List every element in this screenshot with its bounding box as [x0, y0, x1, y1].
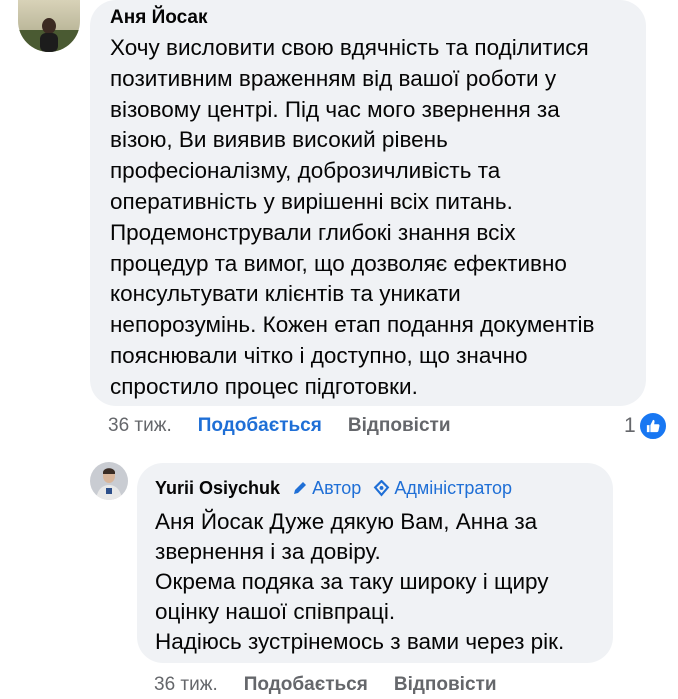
author-badge-label: Автор	[312, 478, 362, 498]
shield-icon	[373, 479, 390, 497]
pencil-icon	[294, 482, 307, 494]
reply-text: Аня Йосак Дуже дякую Вам, Анна за зверне…	[155, 509, 565, 654]
reply-bubble: Yurii Osiychuk Автор Адміністратор Аня Й…	[137, 463, 613, 663]
reply-reply-button[interactable]: Відповісти	[394, 674, 497, 696]
comment-text: Хочу висловити свою вдячність та поділит…	[110, 35, 595, 399]
reaction-count: 1	[624, 414, 636, 437]
reply-header: Yurii Osiychuk Автор Адміністратор	[155, 475, 595, 501]
comment-like-button[interactable]: Подобається	[198, 415, 322, 437]
reply-avatar[interactable]	[90, 462, 128, 500]
comment-author[interactable]: Аня Йосак	[110, 4, 626, 32]
admin-badge-label: Адміністратор	[394, 478, 513, 498]
comment-bubble: Аня Йосак Хочу висловити свою вдячність …	[90, 0, 646, 406]
reply-like-button[interactable]: Подобається	[244, 674, 368, 696]
comment-reply-button[interactable]: Відповісти	[348, 415, 451, 437]
reply-time[interactable]: 36 тиж.	[154, 674, 218, 696]
commenter-avatar[interactable]	[18, 0, 80, 52]
comment-actions: 36 тиж. Подобається Відповісти	[108, 415, 477, 437]
comment-time[interactable]: 36 тиж.	[108, 415, 172, 437]
like-reaction-icon	[637, 411, 668, 441]
author-badge: Автор	[292, 475, 361, 501]
reply-actions: 36 тиж. Подобається Відповісти	[154, 674, 523, 696]
reply-author[interactable]: Yurii Osiychuk	[155, 475, 280, 501]
admin-badge: Адміністратор	[373, 475, 512, 501]
comment-reactions[interactable]: 1	[624, 411, 668, 441]
